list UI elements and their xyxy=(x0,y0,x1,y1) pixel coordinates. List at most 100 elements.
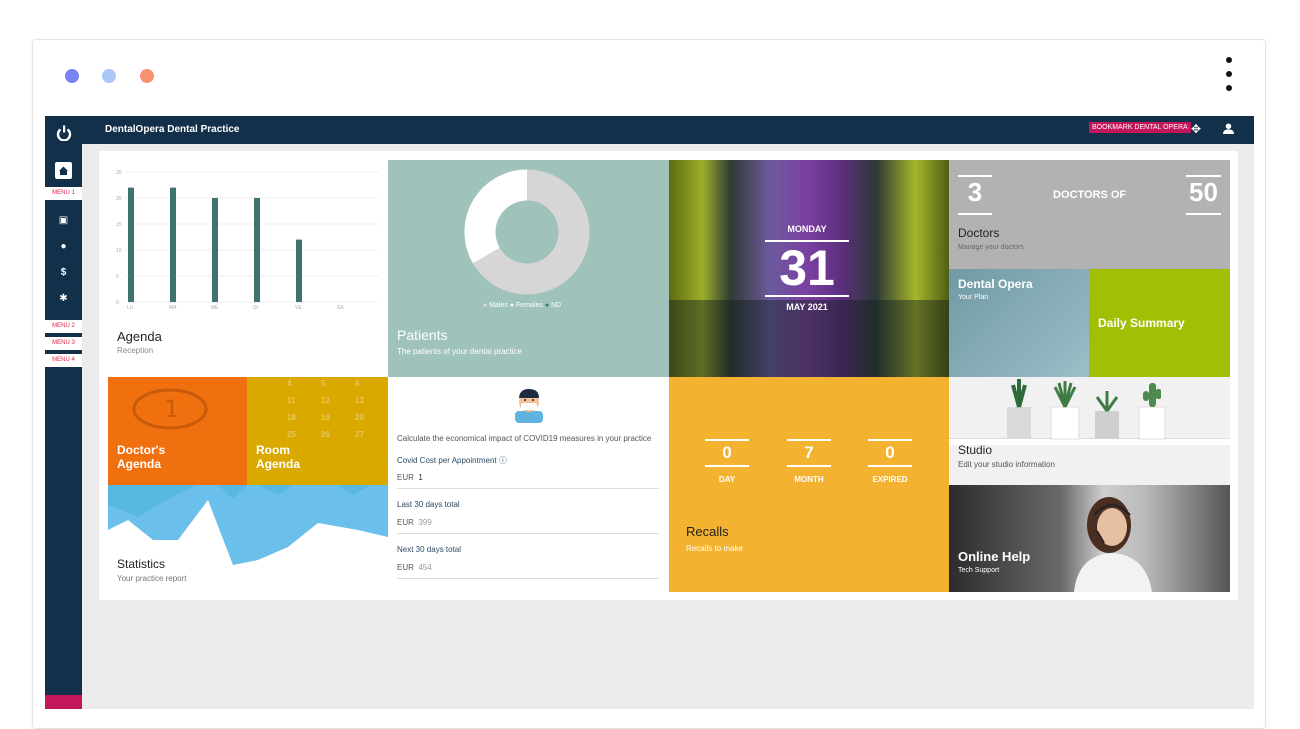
agenda-bar-gi xyxy=(254,198,260,302)
plan-tile[interactable]: Dental Opera Your Plan xyxy=(949,269,1089,377)
x-tick-label: SA xyxy=(337,305,344,311)
x-tick-label: VE xyxy=(295,305,302,311)
agenda-chart: 25 20 15 10 5 0 LU MA ME GI VE SA xyxy=(116,170,378,311)
calendar-day: 18 xyxy=(287,413,296,422)
plan-title: Dental Opera xyxy=(958,277,1033,291)
home-icon xyxy=(59,166,68,175)
doctors-max: 50 xyxy=(1189,177,1218,207)
circled-one-icon: 1 xyxy=(132,388,208,430)
x-tick-label: GI xyxy=(253,305,258,311)
calendar-day: 25 xyxy=(287,430,296,439)
statistics-tile[interactable]: Statistics Your practice report xyxy=(108,485,388,593)
practice-name: DentalOpera Dental Practice xyxy=(105,124,240,135)
fullscreen-icon[interactable]: ✥ xyxy=(1191,122,1201,136)
agenda-tile[interactable]: 25 20 15 10 5 0 LU MA ME GI VE SA Agenda Reception xyxy=(108,160,388,377)
agenda-bar-lu xyxy=(128,187,134,302)
doctors-rule-4 xyxy=(1186,213,1221,215)
doctor-agenda-tile[interactable]: 1 Doctor's Agenda xyxy=(108,377,247,485)
plan-subtitle: Your Plan xyxy=(958,294,989,301)
doctors-rule-2 xyxy=(958,213,992,215)
online-help-title: Online Help xyxy=(958,549,1031,564)
calendar-day: 19 xyxy=(321,413,330,422)
last-30-value: EUR 399 xyxy=(397,518,432,527)
y-tick-label: 5 xyxy=(116,274,119,280)
doctors-subtitle: Manage your doctors xyxy=(958,244,1024,251)
legend-females: Females xyxy=(516,302,543,309)
divider xyxy=(397,488,659,489)
x-tick-label: ME xyxy=(211,305,219,311)
patient-icon[interactable]: ● xyxy=(45,241,82,252)
recall-rule xyxy=(868,439,912,441)
x-tick-label: MA xyxy=(169,305,177,311)
daily-summary-tile[interactable]: Daily Summary xyxy=(1089,269,1230,377)
cactus-plants-image xyxy=(1007,379,1166,440)
date-rule-bottom xyxy=(765,295,849,297)
calendar-day: 6 xyxy=(355,379,360,388)
app-window: DentalOpera Dental Practice BOOKMARK DEN… xyxy=(45,116,1254,709)
power-icon[interactable] xyxy=(56,125,72,141)
doctor-mask-icon xyxy=(515,389,543,423)
home-button[interactable] xyxy=(55,162,72,179)
patients-legend: ● Males ● Females ● ND xyxy=(483,302,562,309)
recall-rule xyxy=(787,439,831,441)
recall-expired-label: EXPIRED xyxy=(872,475,908,484)
covid-cost-input[interactable]: EUR 1 xyxy=(397,473,423,482)
next-30-label: Next 30 days total xyxy=(397,545,462,554)
doctor-agenda-title: Doctor's Agenda xyxy=(117,443,166,471)
calendar-day: 13 xyxy=(355,396,364,405)
menu-3[interactable]: MENU 3 xyxy=(45,337,82,350)
calendar-date-tile[interactable]: MONDAY 31 MAY 2021 xyxy=(669,160,949,377)
agenda-bar-ve xyxy=(296,239,302,302)
patients-subtitle: The patients of your dental practice xyxy=(397,347,522,356)
covid-cost-label: Covid Cost per Appointment ⓘ xyxy=(397,456,507,465)
doctors-tile[interactable]: 3 DOCTORS OF 50 Doctors Manage your doct… xyxy=(949,160,1230,269)
statistics-subtitle: Your practice report xyxy=(117,574,187,583)
chat-button[interactable] xyxy=(45,695,82,709)
y-tick-label: 20 xyxy=(116,196,122,202)
y-tick-label: 10 xyxy=(116,248,122,254)
statistics-title: Statistics xyxy=(117,557,166,571)
room-agenda-tile[interactable]: 4567111213141819202125262728 RoomAgenda xyxy=(247,377,388,485)
month-year: MAY 2021 xyxy=(786,302,828,312)
studio-title: Studio xyxy=(958,443,993,457)
patients-tile[interactable]: ● Males ● Females ● ND Patients The pati… xyxy=(388,160,669,377)
recall-rule xyxy=(787,465,831,467)
calendar-day: 4 xyxy=(287,379,292,388)
svg-text:1: 1 xyxy=(164,395,179,423)
top-bar: DentalOpera Dental Practice BOOKMARK DEN… xyxy=(45,116,1254,144)
support-agent-image xyxy=(1074,497,1152,592)
menu-2[interactable]: MENU 2 xyxy=(45,320,82,333)
recall-rule xyxy=(705,439,749,441)
daily-summary-title: Daily Summary xyxy=(1098,316,1185,330)
bookmark-button[interactable]: BOOKMARK DENTAL OPERA xyxy=(1089,122,1191,133)
more-menu-icon[interactable] xyxy=(1223,57,1235,99)
menu-4[interactable]: MENU 4 xyxy=(45,354,82,367)
gear-icon[interactable]: ✱ xyxy=(45,293,82,304)
divider xyxy=(397,533,659,534)
sidebar: MENU 1 ▣ ● $ ✱ MENU 2 MENU 3 MENU 4 xyxy=(45,116,82,709)
recall-month-value: 7 xyxy=(804,443,814,462)
covid-description: Calculate the economical impact of COVID… xyxy=(397,434,652,443)
user-icon[interactable] xyxy=(1223,123,1234,134)
day-number: 31 xyxy=(779,240,835,296)
calendar-icon[interactable]: ▣ xyxy=(45,215,82,226)
studio-subtitle: Edit your studio information xyxy=(958,460,1055,469)
window-dot-1 xyxy=(65,69,79,83)
recall-rule xyxy=(705,465,749,467)
recalls-tile[interactable]: 0 DAY 7 MONTH 0 EXPIRED Recalls Recalls … xyxy=(669,377,949,592)
calendar-day: 26 xyxy=(321,430,330,439)
patients-title: Patients xyxy=(397,327,448,343)
dollar-icon[interactable]: $ xyxy=(45,267,82,278)
y-tick-label: 0 xyxy=(116,300,119,306)
recall-rule xyxy=(868,465,912,467)
doctors-of-label: DOCTORS OF xyxy=(1053,189,1127,201)
online-help-tile[interactable]: Online Help Tech Support xyxy=(949,485,1230,592)
x-tick-label: LU xyxy=(127,305,134,311)
info-icon: ⓘ xyxy=(498,456,507,465)
calendar-day: 11 xyxy=(287,396,296,405)
recalls-subtitle: Recalls to make xyxy=(686,544,743,553)
online-help-subtitle: Tech Support xyxy=(958,567,1000,574)
studio-tile[interactable]: Studio Edit your studio information xyxy=(949,377,1230,485)
window-dot-2 xyxy=(102,69,116,83)
menu-1[interactable]: MENU 1 xyxy=(45,187,82,200)
